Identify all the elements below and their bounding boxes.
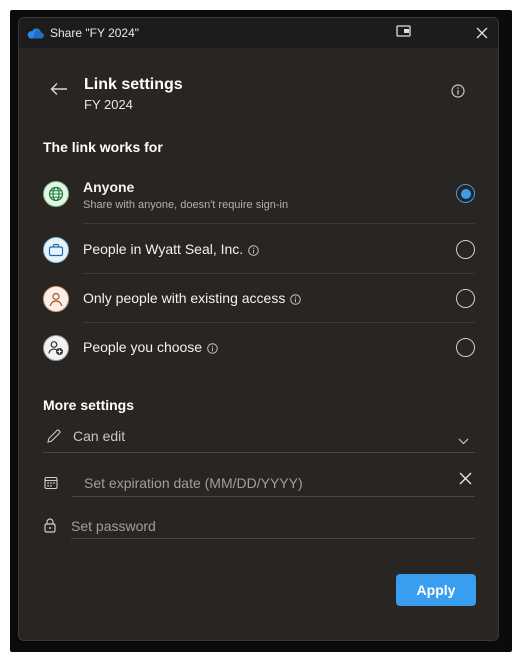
expiration-date-placeholder: Set expiration date (MM/DD/YYYY)	[84, 475, 303, 491]
password-underline	[71, 538, 475, 539]
option-existing-access[interactable]: Only people with existing access	[43, 275, 475, 323]
clear-expiration-icon[interactable]	[459, 472, 472, 490]
info-icon[interactable]	[451, 84, 465, 103]
person-icon	[43, 286, 69, 312]
more-settings-heading: More settings	[43, 397, 135, 413]
permission-underline	[43, 452, 475, 453]
divider	[83, 322, 475, 323]
info-icon[interactable]	[290, 292, 302, 308]
permission-value: Can edit	[73, 428, 126, 444]
back-arrow-icon[interactable]	[50, 82, 68, 101]
radio-anyone[interactable]	[456, 184, 475, 203]
option-people-in-organization-label: People in Wyatt Seal, Inc.	[83, 241, 244, 257]
option-anyone[interactable]: Anyone Share with anyone, doesn't requir…	[43, 170, 475, 218]
chevron-down-icon	[458, 432, 469, 450]
permission-dropdown[interactable]: Can edit	[43, 423, 475, 453]
lock-icon	[44, 518, 56, 538]
window-title: Share "FY 2024"	[50, 26, 140, 40]
option-people-you-choose-label: People you choose	[83, 339, 203, 355]
divider	[83, 223, 475, 224]
pencil-icon	[46, 428, 62, 449]
info-icon[interactable]	[207, 341, 218, 357]
option-anyone-description: Share with anyone, doesn't require sign-…	[83, 199, 289, 211]
radio-people-you-choose[interactable]	[456, 338, 475, 357]
link-works-for-heading: The link works for	[43, 139, 163, 155]
share-dialog: Share "FY 2024" Link settings FY 2024 Th…	[18, 17, 499, 641]
option-existing-access-label: Only people with existing access	[83, 290, 286, 306]
radio-existing-access[interactable]	[456, 289, 475, 308]
apply-button[interactable]: Apply	[396, 574, 476, 606]
page-title: Link settings	[84, 76, 183, 93]
radio-people-in-organization[interactable]	[456, 240, 475, 259]
person-add-icon	[43, 335, 69, 361]
password-input[interactable]: Set password	[71, 516, 475, 540]
password-placeholder: Set password	[71, 518, 156, 534]
picture-in-picture-icon[interactable]	[396, 25, 412, 43]
globe-icon	[43, 181, 69, 207]
onedrive-cloud-icon	[26, 26, 44, 44]
title-bar: Share "FY 2024"	[19, 18, 498, 48]
option-anyone-label: Anyone	[83, 179, 135, 195]
calendar-icon	[44, 476, 58, 495]
close-icon[interactable]	[476, 26, 488, 44]
page-subtitle: FY 2024	[84, 97, 133, 112]
info-icon[interactable]	[248, 243, 259, 259]
briefcase-icon	[43, 237, 69, 263]
option-people-in-organization[interactable]: People in Wyatt Seal, Inc.	[43, 226, 475, 274]
divider	[83, 273, 475, 274]
expiration-date-input[interactable]: Set expiration date (MM/DD/YYYY)	[72, 470, 475, 498]
option-people-you-choose[interactable]: People you choose	[43, 324, 475, 372]
expiration-underline	[72, 496, 475, 497]
